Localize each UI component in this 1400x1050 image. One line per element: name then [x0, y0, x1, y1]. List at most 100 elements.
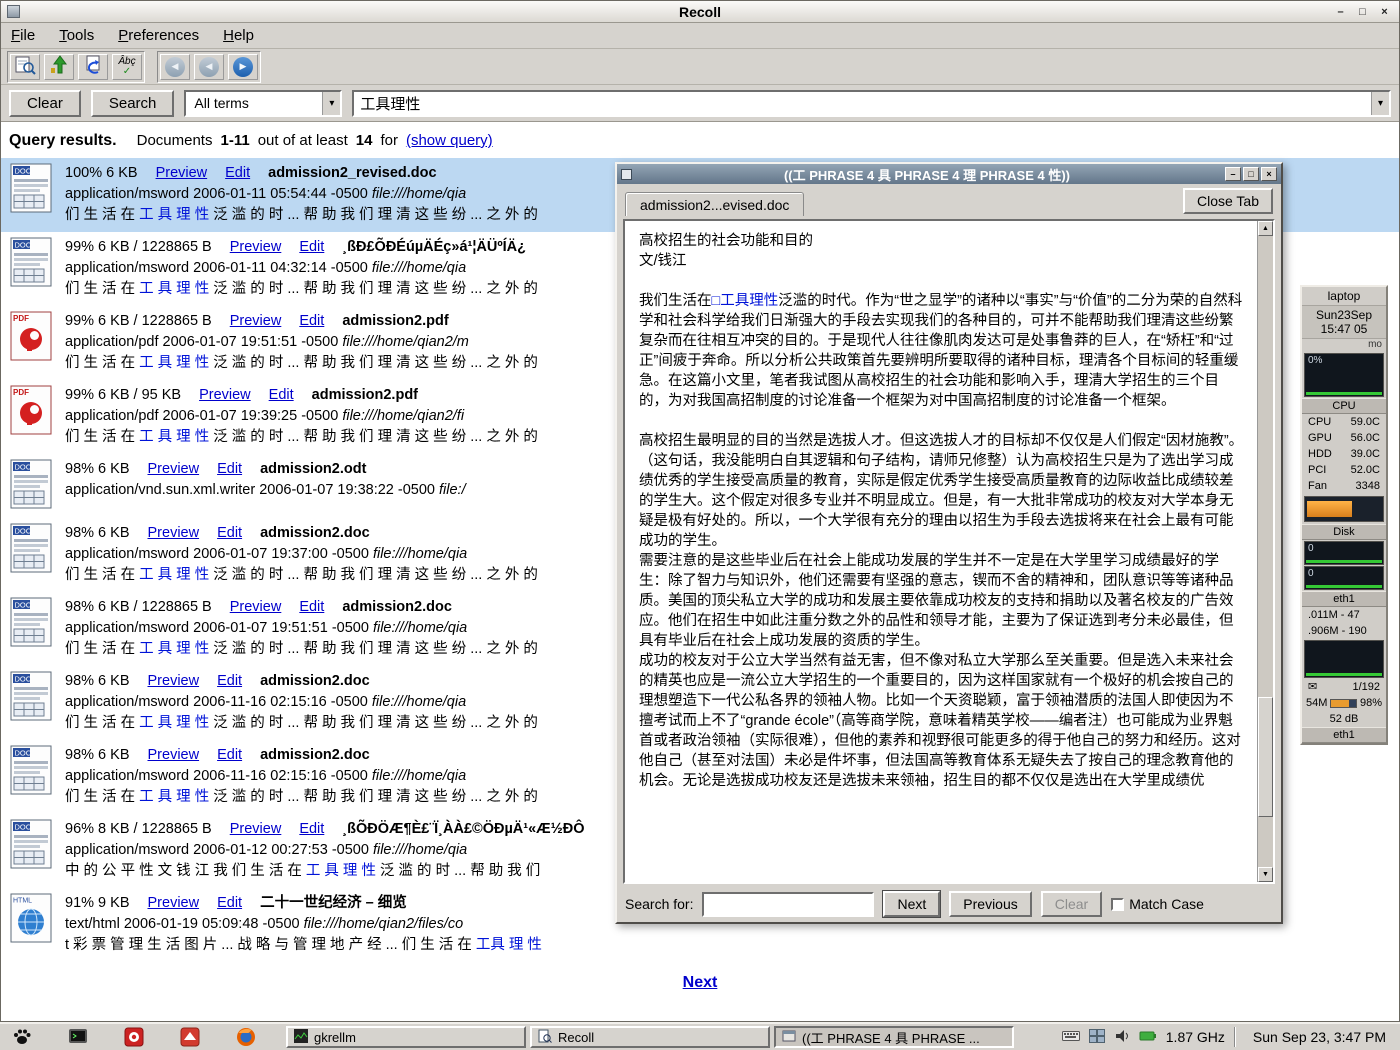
- close-tab-button[interactable]: Close Tab: [1183, 188, 1273, 214]
- results-header: Query results. Documents 1-11 out of at …: [1, 122, 1399, 158]
- combo-arrow-icon[interactable]: ▾: [322, 92, 340, 115]
- preview-minimize-button[interactable]: –: [1225, 167, 1241, 181]
- result-edit-link[interactable]: Edit: [299, 821, 324, 837]
- window-titlebar[interactable]: Recoll – □ ×: [1, 1, 1399, 23]
- result-mime-date: application/msword 2006-01-11 04:32:14 -…: [65, 260, 372, 276]
- result-preview-link[interactable]: Preview: [230, 313, 282, 329]
- close-button[interactable]: ×: [1376, 4, 1393, 19]
- speaker-icon[interactable]: [1114, 1028, 1130, 1047]
- next-page-button[interactable]: ▶: [228, 54, 258, 80]
- find-label: Search for:: [625, 896, 693, 912]
- taskbar-clock[interactable]: Sun Sep 23, 3:47 PM: [1245, 1029, 1394, 1045]
- memory-meter: [1330, 699, 1357, 708]
- match-case-checkbox[interactable]: [1111, 898, 1124, 911]
- result-preview-link[interactable]: Preview: [148, 525, 200, 541]
- monitor-hostname: laptop: [1302, 287, 1386, 306]
- pdf-file-icon: PDF: [9, 311, 65, 374]
- snippet-text: 工 具 理 性: [139, 207, 209, 223]
- find-previous-button[interactable]: Previous: [949, 891, 1031, 917]
- clear-button[interactable]: Clear: [9, 90, 81, 117]
- preview-close-button[interactable]: ×: [1261, 167, 1277, 181]
- prev-page-icon: ◀: [199, 57, 219, 77]
- result-relevance-size: 99% 6 KB / 95 KB: [65, 387, 181, 403]
- find-next-button[interactable]: Next: [883, 891, 940, 917]
- scroll-down-icon[interactable]: ▼: [1258, 867, 1273, 882]
- result-edit-link[interactable]: Edit: [217, 747, 242, 763]
- term-explorer-button[interactable]: Âbç ✓: [112, 54, 142, 80]
- query-history-arrow-icon[interactable]: ▾: [1371, 92, 1389, 115]
- preview-tab[interactable]: admission2...evised.doc: [625, 192, 804, 216]
- query-input[interactable]: [354, 95, 1371, 112]
- result-preview-link[interactable]: Preview: [230, 599, 282, 615]
- red-tools-icon[interactable]: [122, 1025, 146, 1049]
- result-edit-link[interactable]: Edit: [217, 895, 242, 911]
- svg-text:PDF: PDF: [13, 388, 29, 397]
- result-preview-link[interactable]: Preview: [156, 165, 208, 181]
- result-mime-date: application/msword 2006-11-16 02:15:16 -…: [65, 768, 372, 784]
- preview-paragraph: 我们生活在□工具理性泛滥的时代。作为“世之显学”的诸种以“事实”与“价值”的二分…: [639, 291, 1247, 411]
- result-preview-link[interactable]: Preview: [230, 821, 282, 837]
- menubar: File Tools Preferences Help: [1, 23, 1399, 49]
- result-edit-link[interactable]: Edit: [217, 673, 242, 689]
- firefox-icon[interactable]: [234, 1025, 258, 1049]
- first-page-button[interactable]: ◀: [160, 54, 190, 80]
- search-button[interactable]: Search: [91, 90, 175, 117]
- task-recoll[interactable]: Recoll: [530, 1026, 770, 1048]
- result-preview-link[interactable]: Preview: [199, 387, 251, 403]
- result-preview-link[interactable]: Preview: [148, 895, 200, 911]
- document-history-button[interactable]: [10, 54, 40, 80]
- result-edit-link[interactable]: Edit: [217, 525, 242, 541]
- scrollbar-track[interactable]: [1258, 236, 1273, 867]
- menu-help[interactable]: Help: [223, 27, 254, 44]
- document-filter-button[interactable]: [78, 54, 108, 80]
- task-preview-phrase[interactable]: ((工 PHRASE 4 具 PHRASE ...: [774, 1026, 1014, 1048]
- result-edit-link[interactable]: Edit: [299, 599, 324, 615]
- result-edit-link[interactable]: Edit: [225, 165, 250, 181]
- result-title: 二十一世纪经济 – 细览: [260, 895, 407, 911]
- menu-preferences[interactable]: Preferences: [118, 27, 199, 44]
- find-clear-button[interactable]: Clear: [1041, 891, 1102, 917]
- maximize-button[interactable]: □: [1354, 4, 1371, 19]
- result-title: ¸ßÐ£ÕÐÉúµÄÉç»á¹¦ÄÜºÍÄ¿: [342, 239, 526, 255]
- minimize-button[interactable]: –: [1332, 4, 1349, 19]
- next-page-link[interactable]: Next: [683, 974, 718, 991]
- result-preview-link[interactable]: Preview: [148, 461, 200, 477]
- scroll-up-icon[interactable]: ▲: [1258, 221, 1273, 236]
- result-preview-link[interactable]: Preview: [230, 239, 282, 255]
- result-relevance-size: 98% 6 KB: [65, 747, 130, 763]
- snippet-text: 泛 滥 的 时 ... 帮 助 我 们 理 清 这 些 纷 ... 之 外 的: [209, 281, 538, 297]
- network-header: eth1: [1302, 591, 1386, 607]
- paw-icon[interactable]: [10, 1025, 34, 1049]
- terminal-icon[interactable]: [66, 1025, 90, 1049]
- find-input[interactable]: [702, 892, 874, 917]
- menu-file[interactable]: File: [11, 27, 35, 44]
- result-preview-link[interactable]: Preview: [148, 747, 200, 763]
- workspace-pager-icon[interactable]: [1089, 1029, 1105, 1046]
- window-icon: [7, 5, 20, 18]
- red-app-icon[interactable]: [178, 1025, 202, 1049]
- show-query-link[interactable]: (show query): [406, 132, 493, 149]
- result-snippet: t 彩 票 管 理 生 活 图 片 ... 战 略 与 管 理 地 产 经 ..…: [65, 935, 1395, 956]
- preview-maximize-button[interactable]: □: [1243, 167, 1259, 181]
- result-edit-link[interactable]: Edit: [299, 313, 324, 329]
- preview-text[interactable]: 高校招生的社会功能和目的文/钱江我们生活在□工具理性泛滥的时代。作为“世之显学”…: [625, 221, 1255, 882]
- scrollbar-thumb[interactable]: [1258, 697, 1273, 817]
- result-edit-link[interactable]: Edit: [299, 239, 324, 255]
- result-preview-link[interactable]: Preview: [148, 673, 200, 689]
- preview-scrollbar[interactable]: ▲ ▼: [1257, 221, 1273, 882]
- result-edit-link[interactable]: Edit: [269, 387, 294, 403]
- result-url: file:///home/qia: [373, 620, 467, 636]
- preview-titlebar[interactable]: ((工 PHRASE 4 具 PHRASE 4 理 PHRASE 4 性)) –…: [617, 164, 1281, 184]
- battery-icon[interactable]: [1139, 1029, 1157, 1045]
- prev-page-button[interactable]: ◀: [194, 54, 224, 80]
- result-relevance-size: 91% 9 KB: [65, 895, 130, 911]
- keyboard-icon[interactable]: [1062, 1029, 1080, 1045]
- snippet-text: 泛 滥 的 时 ... 帮 助 我 们 理 清 这 些 纷 ... 之 外 的: [209, 715, 538, 731]
- search-mode-combo[interactable]: All terms ▾: [184, 90, 342, 117]
- match-case-option[interactable]: Match Case: [1111, 896, 1204, 912]
- result-edit-link[interactable]: Edit: [217, 461, 242, 477]
- menu-tools[interactable]: Tools: [59, 27, 94, 44]
- task-gkrellm[interactable]: gkrellm: [286, 1026, 526, 1048]
- preview-paragraph: 高校招生最明显的目的当然是选拔人才。但这选拔人才的目标却不仅仅是人们假定“因材施…: [639, 431, 1247, 551]
- sort-parameters-button[interactable]: [44, 54, 74, 80]
